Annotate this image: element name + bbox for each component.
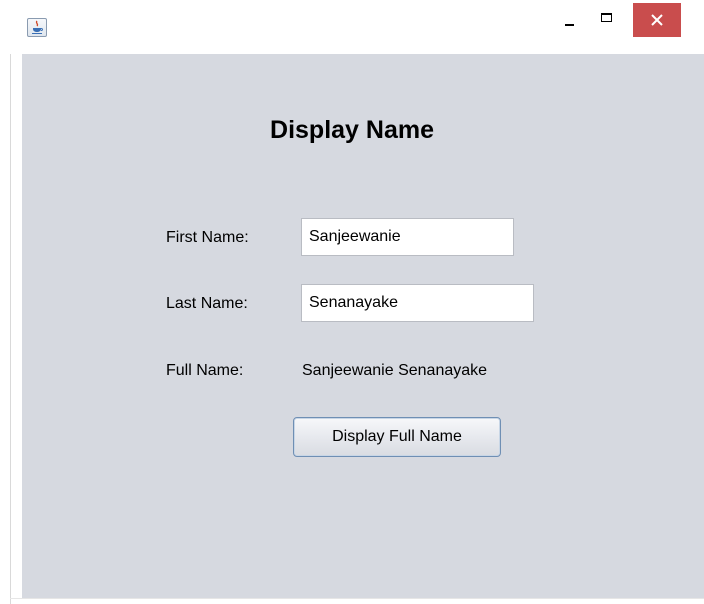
- window-frame-border: [10, 0, 11, 604]
- first-name-field[interactable]: [301, 218, 514, 256]
- window-bottom-border: [10, 598, 704, 599]
- close-icon: [651, 14, 663, 26]
- minimize-icon: [565, 24, 574, 26]
- close-button[interactable]: [633, 3, 681, 37]
- form-heading: Display Name: [270, 116, 434, 144]
- full-name-value: Sanjeewanie Senanayake: [302, 362, 488, 379]
- display-full-name-button[interactable]: Display Full Name: [293, 417, 501, 457]
- last-name-field[interactable]: [301, 284, 534, 322]
- last-name-label: Last Name:: [166, 295, 248, 312]
- minimize-button[interactable]: [555, 6, 585, 34]
- full-name-label: Full Name:: [166, 362, 244, 379]
- app-window: Display Name First Name: Last Name: Full…: [0, 0, 704, 604]
- java-cup-icon[interactable]: [27, 18, 47, 37]
- title-bar[interactable]: [0, 0, 704, 54]
- first-name-label: First Name:: [166, 229, 249, 246]
- maximize-icon: [601, 13, 612, 22]
- maximize-button[interactable]: [593, 6, 623, 34]
